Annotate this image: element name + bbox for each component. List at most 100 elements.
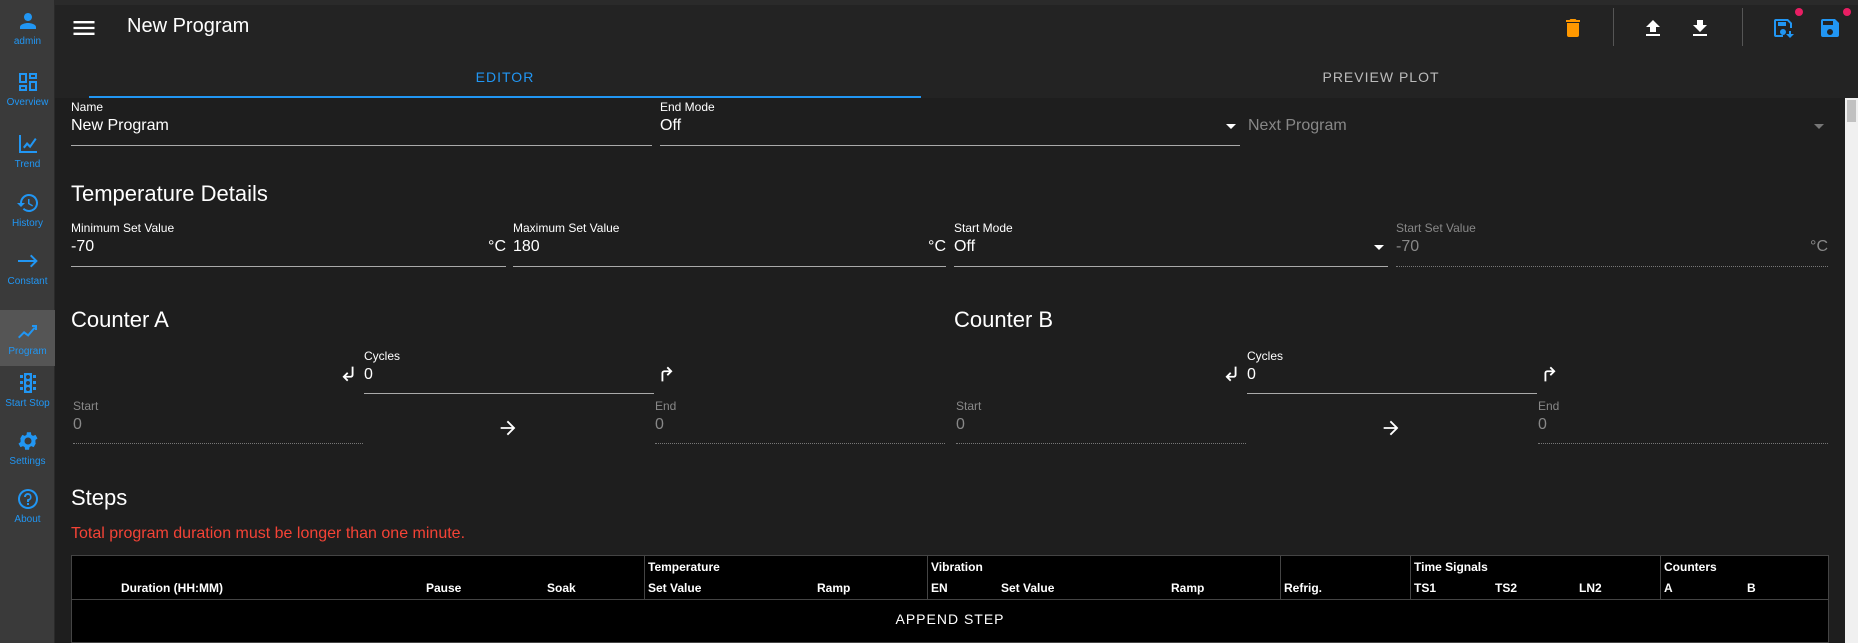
- field-label: Cycles: [364, 349, 401, 363]
- field-underline: [660, 145, 1240, 146]
- loop-back-icon: [1220, 363, 1242, 385]
- sidebar-item-admin[interactable]: admin: [0, 0, 55, 56]
- field-underline: [71, 266, 506, 267]
- field-label: Start: [73, 399, 99, 413]
- help-icon: [17, 489, 38, 509]
- save-as-icon: [1774, 19, 1794, 38]
- save-as-button[interactable]: [1768, 13, 1798, 43]
- field-underline: [71, 145, 652, 146]
- header-ts2: TS2: [1495, 581, 1518, 595]
- program-name-field[interactable]: Name New Program: [71, 100, 652, 146]
- sidebar-item-constant[interactable]: Constant: [0, 240, 55, 296]
- sidebar-item-overview[interactable]: Overview: [0, 61, 55, 117]
- column-divider: [927, 556, 928, 599]
- sidebar-item-about[interactable]: About: [0, 478, 55, 534]
- field-underline: [1247, 393, 1537, 394]
- field-underline: [513, 266, 946, 267]
- counter-b-cycles-field[interactable]: Cycles 0: [1247, 349, 1537, 394]
- column-divider: [1660, 556, 1661, 599]
- counter-a-title: Counter A: [71, 307, 169, 332]
- header-vib-en: EN: [931, 581, 948, 595]
- end-mode-select[interactable]: End Mode Off: [660, 100, 1240, 146]
- sidebar-item-settings[interactable]: Settings: [0, 420, 55, 476]
- field-label: End: [655, 399, 677, 413]
- header-counters: Counters: [1664, 560, 1717, 574]
- field-underline: [1538, 443, 1828, 444]
- sidebar-item-label: Overview: [6, 97, 49, 108]
- sidebar-item-label: Program: [8, 346, 47, 357]
- field-value: 180: [513, 238, 540, 255]
- gear-icon: [18, 432, 37, 450]
- tab-preview-plot[interactable]: PREVIEW PLOT: [921, 56, 1841, 98]
- field-label: Minimum Set Value: [71, 221, 175, 235]
- sidebar-item-label: Settings: [9, 456, 46, 467]
- program-icon: [17, 325, 37, 339]
- arrow-right-icon: [497, 417, 519, 439]
- header-divider: [1613, 8, 1614, 46]
- sidebar-item-label: History: [11, 218, 44, 229]
- history-icon: [16, 193, 38, 212]
- scrollbar-track[interactable]: [1845, 98, 1858, 643]
- field-underline: [73, 443, 363, 444]
- download-button[interactable]: [1685, 13, 1715, 43]
- download-icon: [1693, 20, 1707, 36]
- chevron-down-icon: [1226, 124, 1236, 129]
- counter-b-end-field[interactable]: End 0: [1538, 399, 1828, 444]
- loop-return-icon: [1539, 363, 1561, 385]
- min-set-value-field[interactable]: Minimum Set Value -70 °C: [71, 221, 506, 267]
- field-value: 0: [73, 416, 82, 433]
- sidebar-item-label: admin: [13, 36, 42, 47]
- header-ts1: TS1: [1414, 581, 1437, 595]
- page-title: New Program: [127, 15, 250, 37]
- field-value: 0: [364, 366, 373, 383]
- sidebar-item-trend[interactable]: Trend: [0, 123, 55, 179]
- header-counter-a: A: [1664, 581, 1673, 595]
- start-mode-select[interactable]: Start Mode Off: [954, 221, 1388, 267]
- next-program-select[interactable]: Next Program: [1248, 100, 1828, 146]
- tab-editor[interactable]: EDITOR: [89, 56, 921, 98]
- save-button[interactable]: [1815, 13, 1845, 43]
- loop-back-icon: [337, 363, 359, 385]
- header-top-strip: [55, 0, 1858, 5]
- counter-a-start-field[interactable]: Start 0: [73, 399, 363, 444]
- field-underline: [655, 443, 945, 444]
- column-divider: [1410, 556, 1411, 599]
- chevron-down-icon: [1814, 124, 1824, 129]
- delete-button[interactable]: [1558, 13, 1588, 43]
- header-temperature: Temperature: [648, 560, 720, 574]
- arrow-right-icon: [17, 254, 38, 268]
- upload-button[interactable]: [1638, 13, 1668, 43]
- append-step-button[interactable]: APPEND STEP: [72, 600, 1828, 638]
- unit-label: °C: [1810, 238, 1828, 255]
- counter-b-start-field[interactable]: Start 0: [956, 399, 1246, 444]
- field-label: Start Set Value: [1396, 221, 1476, 235]
- sidebar-item-label: Constant: [7, 276, 48, 287]
- column-divider: [1280, 556, 1281, 599]
- steps-section-title: Steps: [71, 485, 128, 510]
- counter-a-cycles-field[interactable]: Cycles 0: [364, 349, 654, 394]
- sidebar-item-start-stop[interactable]: Start Stop: [0, 362, 55, 418]
- field-value: 0: [1538, 416, 1547, 433]
- field-label: Start Mode: [954, 221, 1013, 235]
- sidebar-item-program[interactable]: Program: [0, 310, 55, 366]
- max-set-value-field[interactable]: Maximum Set Value 180 °C: [513, 221, 946, 267]
- start-set-value-field[interactable]: Start Set Value -70 °C: [1396, 221, 1828, 267]
- trash-icon: [1566, 19, 1580, 37]
- dashboard-icon: [18, 73, 37, 91]
- header-divider: [1742, 8, 1743, 46]
- field-label: End Mode: [660, 100, 715, 114]
- counter-a-end-field[interactable]: End 0: [655, 399, 945, 444]
- menu-button[interactable]: [70, 14, 98, 42]
- loop-return-icon: [656, 363, 678, 385]
- scrollbar-thumb[interactable]: [1847, 100, 1856, 122]
- sidebar: admin Overview Trend History Constant Pr…: [0, 0, 55, 643]
- header-counter-b: B: [1747, 581, 1756, 595]
- field-label: Cycles: [1247, 349, 1284, 363]
- column-divider: [644, 556, 645, 599]
- header-vibration: Vibration: [931, 560, 983, 574]
- field-value: -70: [1396, 238, 1420, 255]
- app-root: admin Overview Trend History Constant Pr…: [0, 0, 1858, 643]
- sidebar-item-label: Trend: [14, 159, 41, 170]
- header-soak: Soak: [547, 581, 576, 595]
- sidebar-item-history[interactable]: History: [0, 182, 55, 238]
